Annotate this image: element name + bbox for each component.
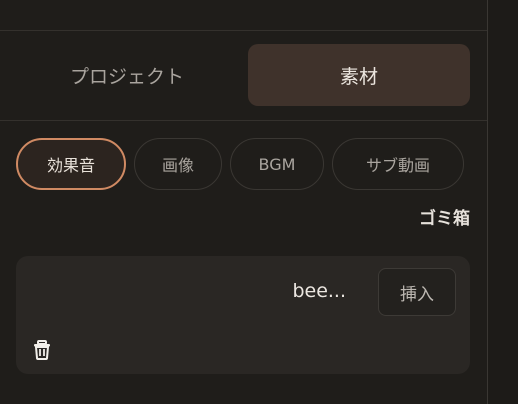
filter-chip-sub-video[interactable]: サブ動画 <box>332 138 464 190</box>
panel-tabs: プロジェクト 素材 <box>16 44 470 106</box>
asset-card: bee... 挿入 <box>16 256 470 374</box>
tab-material[interactable]: 素材 <box>248 44 470 106</box>
right-panel-divider <box>487 0 518 404</box>
asset-name: bee... <box>292 280 346 302</box>
filter-chip-sound-effects[interactable]: 効果音 <box>16 138 126 190</box>
trash-link[interactable]: ゴミ箱 <box>419 204 470 229</box>
tabs-divider <box>0 120 487 121</box>
filter-chip-images[interactable]: 画像 <box>134 138 222 190</box>
tab-project[interactable]: プロジェクト <box>16 44 238 106</box>
insert-button[interactable]: 挿入 <box>378 268 456 316</box>
top-bar <box>0 0 487 31</box>
trash-icon[interactable] <box>30 338 54 362</box>
app-root: プロジェクト 素材 効果音 画像 BGM サブ動画 ゴミ箱 bee... 挿入 <box>0 0 518 404</box>
filter-chip-bgm[interactable]: BGM <box>230 138 324 190</box>
